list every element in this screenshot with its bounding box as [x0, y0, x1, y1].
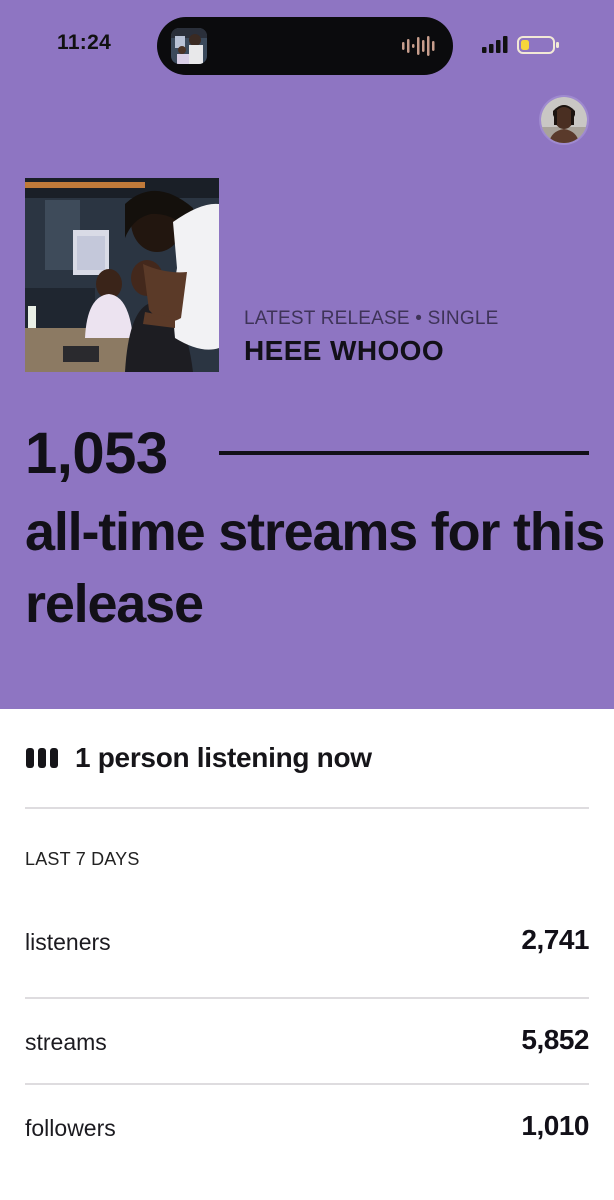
all-time-streams-caption: all-time streams for this release [25, 502, 605, 634]
divider [25, 807, 589, 809]
audio-waveform-icon [402, 36, 435, 56]
divider [25, 1083, 589, 1085]
hero-panel: 11:24 LATEST RELEASE • SINGLE HEEE WHOOO… [0, 0, 614, 709]
dynamic-island[interactable] [157, 17, 453, 75]
release-title[interactable]: HEEE WHOOO [244, 335, 444, 367]
live-bars-icon [26, 748, 58, 768]
battery-icon [517, 36, 559, 54]
stat-listeners-value: 2,741 [521, 924, 589, 955]
profile-avatar[interactable] [539, 95, 589, 145]
all-time-streams-count: 1,053 [25, 421, 168, 486]
listening-now-text: 1 person listening now [75, 742, 372, 773]
stat-streams-label: streams [25, 1029, 107, 1055]
release-type-label: LATEST RELEASE • SINGLE [244, 308, 499, 329]
stat-streams-value: 5,852 [521, 1024, 589, 1055]
now-playing-artwork-icon [171, 28, 207, 64]
stat-followers-label: followers [25, 1115, 116, 1141]
release-cover-art[interactable] [25, 178, 219, 372]
status-time: 11:24 [57, 31, 112, 54]
stat-followers-value: 1,010 [521, 1110, 589, 1141]
stat-listeners-label: listeners [25, 929, 111, 955]
last-7-days-label: LAST 7 DAYS [25, 849, 140, 869]
cellular-signal-icon [482, 36, 508, 53]
divider [25, 997, 589, 999]
decorative-rule [219, 451, 589, 455]
listening-now-row: 1 person listening now [25, 742, 372, 774]
